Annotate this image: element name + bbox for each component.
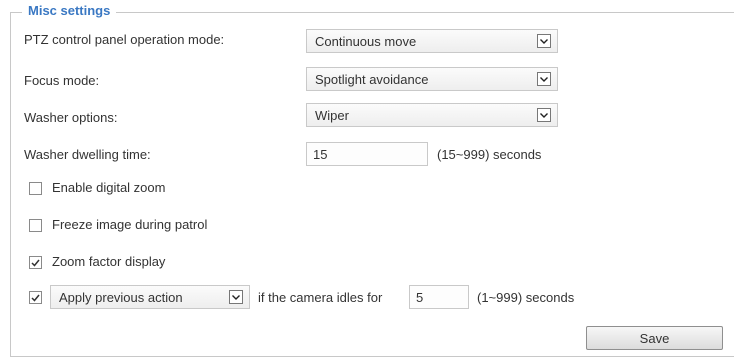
washer-dwelling-label: Washer dwelling time: — [24, 147, 151, 162]
chevron-down-icon — [537, 108, 551, 122]
washer-options-select[interactable]: Wiper — [306, 103, 558, 127]
idle-action-checkbox[interactable] — [29, 291, 42, 304]
ptz-mode-value: Continuous move — [315, 34, 417, 49]
checkmark-icon — [31, 259, 40, 267]
idle-action-value: Apply previous action — [59, 290, 183, 305]
save-button[interactable]: Save — [586, 326, 723, 350]
save-button-label: Save — [639, 330, 670, 346]
washer-dwelling-input[interactable]: 15 — [306, 142, 428, 166]
idle-seconds-unit: (1~999) seconds — [477, 290, 575, 305]
section-legend: Misc settings — [22, 3, 117, 18]
ptz-mode-select[interactable]: Continuous move — [306, 29, 558, 53]
ptz-mode-label: PTZ control panel operation mode: — [24, 32, 225, 47]
idle-seconds-value: 5 — [416, 290, 424, 305]
focus-mode-select[interactable]: Spotlight avoidance — [306, 67, 558, 91]
washer-options-value: Wiper — [315, 108, 349, 123]
washer-options-label: Washer options: — [24, 110, 118, 125]
checkmark-icon — [31, 294, 40, 302]
washer-dwelling-unit: (15~999) seconds — [437, 147, 542, 162]
zoom-factor-label: Zoom factor display — [52, 254, 166, 269]
chevron-down-icon — [537, 72, 551, 86]
washer-dwelling-value: 15 — [313, 147, 328, 162]
digital-zoom-checkbox[interactable] — [29, 182, 42, 195]
focus-mode-label: Focus mode: — [24, 73, 100, 88]
freeze-image-label: Freeze image during patrol — [52, 217, 208, 232]
chevron-down-icon — [537, 34, 551, 48]
focus-mode-value: Spotlight avoidance — [315, 72, 429, 87]
idle-seconds-input[interactable]: 5 — [409, 285, 469, 309]
chevron-down-icon — [229, 290, 243, 304]
idle-action-text: if the camera idles for — [258, 290, 383, 305]
freeze-image-checkbox[interactable] — [29, 219, 42, 232]
digital-zoom-label: Enable digital zoom — [52, 180, 166, 195]
idle-action-select[interactable]: Apply previous action — [50, 285, 250, 309]
zoom-factor-checkbox[interactable] — [29, 256, 42, 269]
